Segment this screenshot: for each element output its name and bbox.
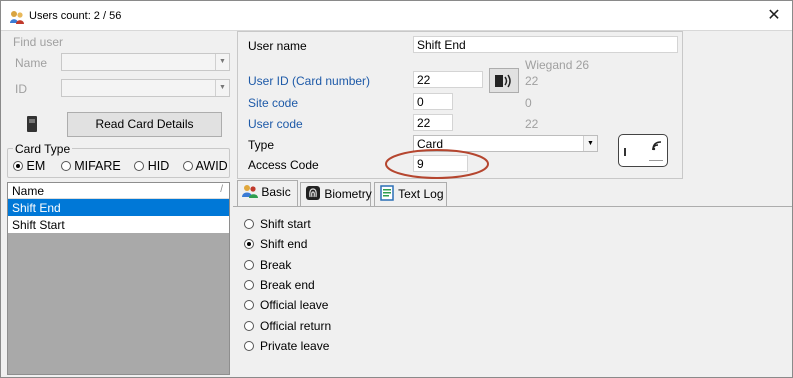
card-type-awid-radio[interactable]: AWID (182, 159, 228, 173)
user-name-input[interactable]: Shift End (413, 36, 678, 53)
chevron-down-icon[interactable]: ▼ (215, 54, 229, 70)
users-icon (10, 11, 24, 24)
radio-button[interactable] (182, 161, 193, 171)
read-card-details-button[interactable]: Read Card Details (67, 112, 222, 137)
user-id-wiegand: 22 (525, 74, 539, 88)
option-official-leave[interactable]: Official leave (244, 298, 328, 312)
radio-button[interactable] (13, 161, 23, 171)
tab-biometry[interactable]: Biometry (300, 182, 372, 206)
contactless-reader-icon (495, 74, 511, 88)
user-row-shift-end[interactable]: Shift End (8, 199, 229, 216)
user-id-input[interactable]: 22 (413, 71, 483, 88)
sort-icon: / (220, 184, 223, 195)
option-private-leave[interactable]: Private leave (244, 339, 329, 353)
find-user-label: Find user (13, 35, 64, 49)
access-code-label: Access Code (248, 158, 319, 172)
radio-button[interactable] (244, 341, 254, 351)
radio-button[interactable] (244, 239, 254, 249)
site-code-label: Site code (248, 96, 299, 110)
type-label: Type (248, 138, 275, 152)
id-label: ID (15, 82, 27, 96)
name-label: Name (15, 56, 48, 70)
user-code-label: User code (248, 117, 303, 131)
fingerprint-icon (306, 186, 320, 200)
radio-button[interactable] (60, 161, 71, 171)
user-manager-window: Users count: 2 / 56 ✕ Find user Name ▼ I… (0, 0, 793, 378)
card-icon (618, 134, 668, 167)
radio-button[interactable] (134, 161, 145, 171)
card-type-options: EM MIFARE HID AWID (13, 159, 228, 173)
option-shift-start[interactable]: Shift start (244, 217, 311, 231)
option-official-return[interactable]: Official return (244, 319, 331, 333)
option-break-end[interactable]: Break end (244, 278, 315, 292)
id-combo[interactable]: ▼ (61, 79, 230, 97)
site-code-input[interactable]: 0 (413, 93, 453, 110)
tab-text-log[interactable]: Text Log (374, 182, 447, 206)
wiegand-label: Wiegand 26 (525, 58, 590, 72)
radio-button[interactable] (244, 300, 254, 310)
radio-button[interactable] (244, 260, 254, 270)
site-code-wiegand: 0 (525, 96, 532, 110)
title-bar: Users count: 2 / 56 ✕ (1, 1, 792, 31)
card-type-mifare-radio[interactable]: MIFARE (60, 159, 121, 173)
user-code-input[interactable]: 22 (413, 114, 453, 131)
card-reader-icon (27, 116, 37, 132)
card-type-em-radio[interactable]: EM (13, 159, 45, 173)
user-list[interactable]: Name / Shift End Shift Start (7, 182, 230, 375)
read-card-button[interactable] (489, 68, 519, 93)
users-icon (242, 185, 258, 198)
card-type-label: Card Type (13, 142, 73, 156)
chevron-down-icon[interactable]: ▼ (215, 80, 229, 96)
user-id-label: User ID (Card number) (248, 74, 371, 88)
tab-basic[interactable]: Basic (237, 180, 298, 206)
option-break[interactable]: Break (244, 258, 291, 272)
window-title: Users count: 2 / 56 (29, 10, 122, 22)
radio-button[interactable] (244, 321, 254, 331)
card-type-hid-radio[interactable]: HID (134, 159, 169, 173)
radio-button[interactable] (244, 219, 254, 229)
close-button[interactable]: ✕ (762, 5, 786, 27)
chevron-down-icon[interactable]: ▼ (583, 136, 597, 151)
wireless-icon (652, 141, 662, 151)
radio-button[interactable] (244, 280, 254, 290)
user-row-shift-start[interactable]: Shift Start (8, 216, 229, 233)
user-list-header[interactable]: Name / (8, 183, 229, 199)
document-icon (380, 185, 394, 201)
highlight-ellipse-annotation (385, 149, 489, 179)
option-shift-end[interactable]: Shift end (244, 237, 307, 251)
column-header-name: Name (12, 184, 45, 198)
name-combo[interactable]: ▼ (61, 53, 230, 71)
user-name-label: User name (248, 39, 307, 53)
user-code-wiegand: 22 (525, 117, 539, 131)
